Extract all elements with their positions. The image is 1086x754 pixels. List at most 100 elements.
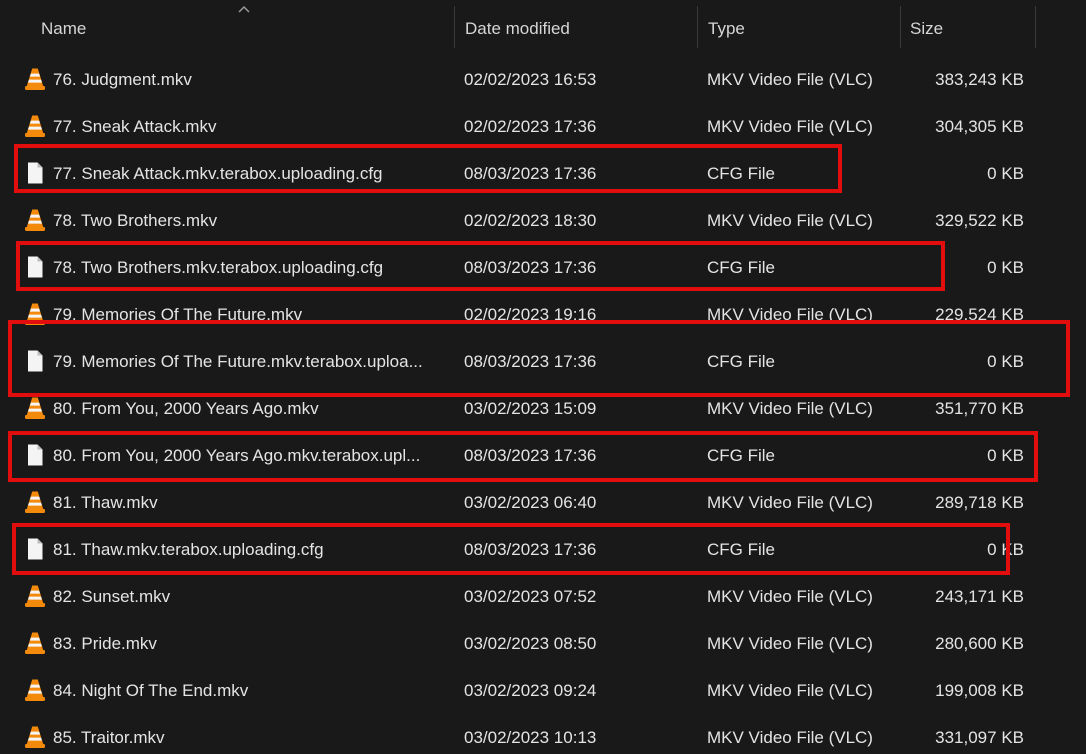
- file-size: 383,243 KB: [935, 70, 1024, 89]
- file-name[interactable]: 77. Sneak Attack.mkv.terabox.uploading.c…: [53, 150, 443, 197]
- file-name[interactable]: 81. Thaw.mkv.terabox.uploading.cfg: [53, 526, 443, 573]
- file-icon: [24, 349, 46, 373]
- file-type: CFG File: [707, 540, 775, 559]
- file-type: MKV Video File (VLC): [707, 211, 873, 230]
- file-type: MKV Video File (VLC): [707, 681, 873, 700]
- file-row[interactable]: 76. Judgment.mkv 02/02/2023 16:53 MKV Vide…: [0, 56, 1086, 103]
- vlc-icon: [24, 67, 46, 91]
- file-size: 229,524 KB: [935, 305, 1024, 324]
- file-row[interactable]: 77. Sneak Attack.mkv.terabox.uploading.c…: [0, 150, 1086, 197]
- file-date-modified: 08/03/2023 17:36: [464, 446, 597, 465]
- file-name[interactable]: 78. Two Brothers.mkv.terabox.uploading.c…: [53, 244, 443, 291]
- column-header-bar: Name Date modified Type Size: [0, 0, 1086, 56]
- file-row[interactable]: 78. Two Brothers.mkv.terabox.uploading.c…: [0, 244, 1086, 291]
- vlc-icon: [24, 725, 46, 749]
- file-size: 199,008 KB: [935, 681, 1024, 700]
- file-icon: [24, 161, 46, 185]
- file-type: CFG File: [707, 446, 775, 465]
- file-date-modified: 03/02/2023 08:50: [464, 634, 597, 653]
- file-name[interactable]: 79. Memories Of The Future.mkv.terabox.u…: [53, 338, 443, 385]
- file-row[interactable]: 79. Memories Of The Future.mkv 02/02/2023…: [0, 291, 1086, 338]
- file-type: CFG File: [707, 258, 775, 277]
- file-name[interactable]: 78. Two Brothers.mkv: [53, 197, 443, 244]
- file-explorer-window: Name Date modified Type Size 76. Judgmen…: [0, 0, 1086, 754]
- column-divider[interactable]: [900, 6, 901, 48]
- file-date-modified: 03/02/2023 07:52: [464, 587, 597, 606]
- file-name[interactable]: 85. Traitor.mkv: [53, 714, 443, 754]
- file-row[interactable]: 85. Traitor.mkv 03/02/2023 10:13 MKV Video…: [0, 714, 1086, 754]
- file-type: MKV Video File (VLC): [707, 587, 873, 606]
- file-row[interactable]: 81. Thaw.mkv.terabox.uploading.cfg 08/03/…: [0, 526, 1086, 573]
- file-type: MKV Video File (VLC): [707, 728, 873, 747]
- file-row[interactable]: 81. Thaw.mkv 03/02/2023 06:40 MKV Video Fi…: [0, 479, 1086, 526]
- file-date-modified: 02/02/2023 16:53: [464, 70, 597, 89]
- file-row[interactable]: 78. Two Brothers.mkv 02/02/2023 18:30 MKV …: [0, 197, 1086, 244]
- file-date-modified: 02/02/2023 19:16: [464, 305, 597, 324]
- vlc-icon: [24, 631, 46, 655]
- file-date-modified: 03/02/2023 06:40: [464, 493, 597, 512]
- file-row[interactable]: 83. Pride.mkv 03/02/2023 08:50 MKV Video F…: [0, 620, 1086, 667]
- file-name[interactable]: 80. From You, 2000 Years Ago.mkv: [53, 385, 443, 432]
- file-name[interactable]: 76. Judgment.mkv: [53, 56, 443, 103]
- file-type: MKV Video File (VLC): [707, 305, 873, 324]
- file-date-modified: 08/03/2023 17:36: [464, 164, 597, 183]
- file-type: MKV Video File (VLC): [707, 117, 873, 136]
- file-row[interactable]: 84. Night Of The End.mkv 03/02/2023 09:24…: [0, 667, 1086, 714]
- file-type: CFG File: [707, 164, 775, 183]
- file-name[interactable]: 84. Night Of The End.mkv: [53, 667, 443, 714]
- file-size: 329,522 KB: [935, 211, 1024, 230]
- file-date-modified: 02/02/2023 18:30: [464, 211, 597, 230]
- file-size: 280,600 KB: [935, 634, 1024, 653]
- file-date-modified: 03/02/2023 15:09: [464, 399, 597, 418]
- file-list: 76. Judgment.mkv 02/02/2023 16:53 MKV Vide…: [0, 56, 1086, 754]
- file-row[interactable]: 82. Sunset.mkv 03/02/2023 07:52 MKV Video …: [0, 573, 1086, 620]
- column-header-name[interactable]: Name: [41, 0, 441, 56]
- vlc-icon: [24, 208, 46, 232]
- column-divider[interactable]: [697, 6, 698, 48]
- file-size: 0 KB: [987, 352, 1024, 371]
- file-type: MKV Video File (VLC): [707, 70, 873, 89]
- file-size: 304,305 KB: [935, 117, 1024, 136]
- vlc-icon: [24, 396, 46, 420]
- file-row[interactable]: 80. From You, 2000 Years Ago.mkv 03/02/20…: [0, 385, 1086, 432]
- column-header-type[interactable]: Type: [708, 0, 893, 56]
- file-size: 0 KB: [987, 164, 1024, 183]
- vlc-icon: [24, 584, 46, 608]
- file-date-modified: 03/02/2023 09:24: [464, 681, 597, 700]
- column-header-size[interactable]: Size: [910, 0, 1030, 56]
- file-row[interactable]: 80. From You, 2000 Years Ago.mkv.terabox…: [0, 432, 1086, 479]
- file-date-modified: 08/03/2023 17:36: [464, 540, 597, 559]
- file-date-modified: 08/03/2023 17:36: [464, 352, 597, 371]
- vlc-icon: [24, 490, 46, 514]
- file-name[interactable]: 83. Pride.mkv: [53, 620, 443, 667]
- file-name[interactable]: 80. From You, 2000 Years Ago.mkv.terabox…: [53, 432, 443, 479]
- file-size: 0 KB: [987, 446, 1024, 465]
- file-icon: [24, 255, 46, 279]
- file-type: MKV Video File (VLC): [707, 634, 873, 653]
- file-size: 289,718 KB: [935, 493, 1024, 512]
- file-type: MKV Video File (VLC): [707, 399, 873, 418]
- file-size: 0 KB: [987, 258, 1024, 277]
- file-size: 351,770 KB: [935, 399, 1024, 418]
- file-name[interactable]: 81. Thaw.mkv: [53, 479, 443, 526]
- file-date-modified: 02/02/2023 17:36: [464, 117, 597, 136]
- column-header-date-modified[interactable]: Date modified: [465, 0, 690, 56]
- column-divider[interactable]: [454, 6, 455, 48]
- file-date-modified: 08/03/2023 17:36: [464, 258, 597, 277]
- vlc-icon: [24, 678, 46, 702]
- file-type: CFG File: [707, 352, 775, 371]
- file-icon: [24, 443, 46, 467]
- file-size: 243,171 KB: [935, 587, 1024, 606]
- file-name[interactable]: 79. Memories Of The Future.mkv: [53, 291, 443, 338]
- file-icon: [24, 537, 46, 561]
- file-type: MKV Video File (VLC): [707, 493, 873, 512]
- vlc-icon: [24, 114, 46, 138]
- file-size: 0 KB: [987, 540, 1024, 559]
- column-divider[interactable]: [1035, 6, 1036, 48]
- file-name[interactable]: 82. Sunset.mkv: [53, 573, 443, 620]
- file-row[interactable]: 79. Memories Of The Future.mkv.terabox.u…: [0, 338, 1086, 385]
- file-name[interactable]: 77. Sneak Attack.mkv: [53, 103, 443, 150]
- vlc-icon: [24, 302, 46, 326]
- file-row[interactable]: 77. Sneak Attack.mkv 02/02/2023 17:36 MKV …: [0, 103, 1086, 150]
- file-date-modified: 03/02/2023 10:13: [464, 728, 597, 747]
